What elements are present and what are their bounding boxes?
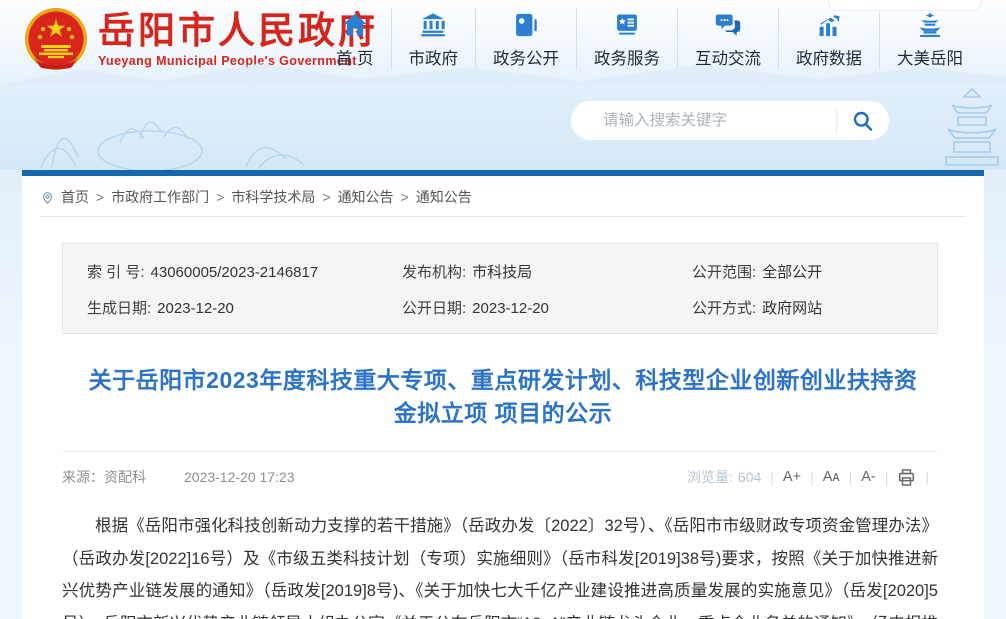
data-chart-icon — [814, 10, 844, 40]
pavilion-decoration — [938, 85, 1006, 170]
location-pin-icon — [40, 190, 55, 205]
breadcrumb-separator: > — [96, 189, 104, 205]
print-button[interactable] — [897, 468, 916, 487]
nav-label: 首 页 — [336, 45, 374, 69]
nav-item-gov-affairs[interactable]: 政务公开 — [475, 8, 576, 69]
nav-item-interaction[interactable]: 互动交流 — [677, 8, 778, 69]
breadcrumb-separator: > — [216, 189, 224, 205]
article-meta: 来源：资配科 2023-12-20 17:23 浏览量: 604 | A+ | … — [62, 467, 938, 487]
info-issuing-agency: 发布机构: 市科技局 — [402, 261, 692, 282]
nav-item-gov-services[interactable]: 政务服务 — [576, 8, 677, 69]
views-label: 浏览量: — [687, 467, 733, 487]
meta-separator: | — [925, 469, 929, 485]
nav-item-home[interactable]: 首 页 — [319, 8, 391, 69]
nav-label: 大美岳阳 — [897, 45, 963, 69]
chat-bubbles-icon — [713, 10, 743, 40]
nav-item-city-government[interactable]: 市政府 — [391, 8, 476, 69]
font-smaller-button[interactable]: A- — [861, 469, 876, 485]
breadcrumb-divider — [40, 216, 966, 217]
info-label: 生成日期: — [87, 300, 151, 317]
article-body: 根据《岳阳市强化科技创新动力支撑的若干措施》（岳政办发〔2022〕32号）、《岳… — [62, 510, 938, 619]
nav-label: 政务公开 — [493, 45, 559, 69]
info-value: 市科技局 — [472, 264, 532, 281]
info-value: 2023-12-20 — [157, 300, 234, 317]
lotus-decoration — [0, 103, 330, 173]
info-label: 公开方式: — [692, 300, 756, 317]
search-bar — [570, 100, 890, 141]
info-label: 公开范围: — [692, 264, 756, 281]
nav-label: 市政府 — [409, 45, 459, 69]
font-normal-button[interactable]: Aᴀ — [823, 469, 840, 485]
info-label: 索 引 号: — [87, 264, 145, 281]
meta-separator: | — [770, 469, 774, 485]
site-header: 岳阳市人民政府 Yueyang Municipal People's Gover… — [0, 0, 1006, 85]
info-label: 发布机构: — [402, 264, 466, 281]
meta-separator: | — [810, 469, 814, 485]
info-value: 43060005/2023-2146817 — [151, 264, 319, 281]
government-building-icon — [418, 10, 448, 40]
nav-label: 互动交流 — [695, 45, 761, 69]
breadcrumb-notices[interactable]: 通知公告 — [338, 187, 394, 207]
breadcrumb-science-bureau[interactable]: 市科学技术局 — [231, 187, 315, 207]
meta-separator: | — [885, 469, 889, 485]
search-input[interactable] — [601, 111, 836, 131]
service-list-icon — [612, 10, 642, 40]
meta-separator: | — [849, 469, 853, 485]
content-card: 首页 > 市政府工作部门 > 市科学技术局 > 通知公告 > 通知公告 索 引 … — [22, 176, 984, 619]
search-icon — [851, 109, 875, 133]
breadcrumb-current[interactable]: 通知公告 — [416, 187, 472, 207]
info-value: 政府网站 — [762, 300, 822, 317]
banner — [0, 85, 1006, 170]
main-nav: 首 页 市政府 政务公开 政务服务 — [319, 8, 980, 69]
font-larger-button[interactable]: A+ — [783, 469, 801, 485]
nav-item-beautiful-yueyang[interactable]: 大美岳阳 — [879, 8, 980, 69]
info-open-method: 公开方式: 政府网站 — [692, 297, 937, 318]
breadcrumb-departments[interactable]: 市政府工作部门 — [111, 187, 209, 207]
article-source: 来源：资配科 — [62, 467, 146, 487]
nav-label: 政务服务 — [594, 45, 660, 69]
printer-icon — [897, 468, 916, 487]
breadcrumb-home[interactable]: 首页 — [61, 187, 89, 207]
search-button[interactable] — [837, 101, 889, 140]
national-emblem-icon — [24, 7, 88, 71]
page: 岳阳市人民政府 Yueyang Municipal People's Gover… — [0, 0, 1006, 619]
info-label: 公开日期: — [402, 300, 466, 317]
nav-label: 政府数据 — [796, 45, 862, 69]
nav-item-gov-data[interactable]: 政府数据 — [778, 8, 879, 69]
views-count: 604 — [738, 469, 761, 485]
home-icon — [340, 10, 370, 40]
article-tools: 浏览量: 604 | A+ | Aᴀ | A- | | — [687, 467, 938, 487]
top-popup-remnant — [828, 0, 982, 11]
info-created-date: 生成日期: 2023-12-20 — [87, 297, 402, 318]
content-top-bar — [22, 170, 984, 176]
open-document-icon — [511, 10, 541, 40]
breadcrumb-separator: > — [322, 189, 330, 205]
info-index-number: 索 引 号: 43060005/2023-2146817 — [87, 261, 402, 282]
page-title: 关于岳阳市2023年度科技重大专项、重点研发计划、科技型企业创新创业扶持资金拟立… — [78, 364, 928, 430]
breadcrumb: 首页 > 市政府工作部门 > 市科学技术局 > 通知公告 > 通知公告 — [22, 176, 984, 216]
meta-divider — [62, 451, 938, 452]
document-info-box: 索 引 号: 43060005/2023-2146817 发布机构: 市科技局 公开… — [62, 243, 938, 334]
pavilion-icon — [915, 10, 945, 40]
info-publish-date: 公开日期: 2023-12-20 — [402, 297, 692, 318]
info-value: 2023-12-20 — [472, 300, 549, 317]
info-value: 全部公开 — [762, 264, 822, 281]
breadcrumb-separator: > — [401, 189, 409, 205]
info-open-scope: 公开范围: 全部公开 — [692, 261, 937, 282]
article-datetime: 2023-12-20 17:23 — [184, 469, 295, 485]
